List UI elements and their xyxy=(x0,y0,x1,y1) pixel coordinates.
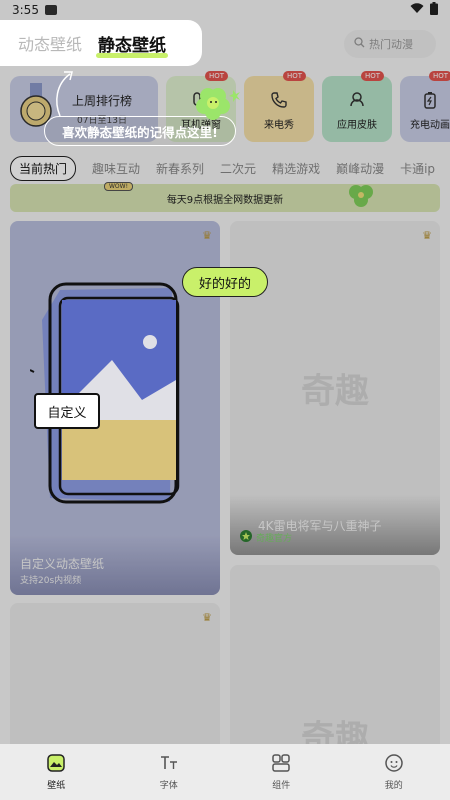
author-name: 奇趣官方 xyxy=(256,534,293,544)
wallpaper-title: 自定义动态壁纸 xyxy=(20,557,105,571)
charge-animation-label: 充电动画 xyxy=(410,119,450,131)
charge-animation-card[interactable]: HOT 充电动画 xyxy=(400,71,450,142)
status-bar: 3:55 xyxy=(0,0,450,20)
tab-static-wallpaper[interactable]: 静态壁纸 xyxy=(96,31,169,58)
skin-icon xyxy=(345,88,369,112)
hot-badge: HOT xyxy=(282,71,306,81)
category-tab[interactable]: 精选游戏 xyxy=(272,160,320,177)
tab-dynamic-wallpaper[interactable]: 动态壁纸 xyxy=(18,31,82,55)
wallpaper-icon xyxy=(46,753,66,776)
tutorial-arrow-icon xyxy=(50,66,84,122)
hot-badge: HOT xyxy=(428,71,450,81)
wifi-icon xyxy=(410,3,424,17)
bottom-navigation: 壁纸 字体 组件 我的 xyxy=(0,744,450,800)
font-icon xyxy=(159,753,179,776)
watermark-logo: 奇趣 xyxy=(301,371,369,412)
status-time: 3:55 xyxy=(12,3,39,17)
category-tab[interactable]: 巅峰动漫 xyxy=(336,160,384,177)
banner-text: 每天9点根据全网数据更新 xyxy=(166,194,284,206)
nav-wallpaper-label: 壁纸 xyxy=(47,781,66,791)
search-placeholder: 热门动漫 xyxy=(369,38,413,51)
nav-font[interactable]: 字体 xyxy=(113,744,226,800)
notification-icon xyxy=(44,5,57,15)
search-box[interactable]: 热门动漫 xyxy=(344,30,436,58)
phone-icon xyxy=(267,88,291,112)
flower-sticker-icon xyxy=(190,84,250,128)
header: 动态壁纸 静态壁纸 热门动漫 xyxy=(0,20,450,68)
custom-label-tag: 自定义 xyxy=(34,393,100,429)
author-info: 奇趣官方 xyxy=(240,530,292,545)
category-tab[interactable]: 二次元 xyxy=(220,160,256,177)
hot-badge: HOT xyxy=(204,71,228,81)
crown-icon: ♛ xyxy=(202,611,212,624)
ringtone-show-label: 来电秀 xyxy=(264,119,294,131)
wallpaper-subtitle: 支持20s内视频 xyxy=(20,576,82,586)
nav-me-label: 我的 xyxy=(384,781,403,791)
category-tabs: 当前热门 趣味互动 新春系列 二次元 精选游戏 巅峰动漫 卡通ip xyxy=(10,155,450,181)
category-tab[interactable]: 当前热门 xyxy=(10,155,77,181)
clover-icon xyxy=(344,182,378,215)
nav-wallpaper[interactable]: 壁纸 xyxy=(0,744,113,800)
app-skin-card[interactable]: HOT 应用皮肤 xyxy=(322,71,392,142)
category-tab[interactable]: 新春系列 xyxy=(156,160,204,177)
search-icon xyxy=(354,37,365,51)
wallpaper-type-tabs: 动态壁纸 静态壁纸 xyxy=(0,20,202,66)
crown-icon: ♛ xyxy=(202,229,212,242)
nav-widget[interactable]: 组件 xyxy=(225,744,338,800)
nav-me[interactable]: 我的 xyxy=(338,744,450,800)
nav-widget-label: 组件 xyxy=(272,781,291,791)
wallpaper-card[interactable]: 奇趣 xyxy=(230,565,440,765)
crown-icon: ♛ xyxy=(422,229,432,242)
category-tab[interactable]: 趣味互动 xyxy=(92,160,140,177)
hot-badge: HOT xyxy=(360,71,384,81)
tip-bubble: 好的好的 xyxy=(182,267,268,297)
profile-icon xyxy=(384,753,404,776)
update-banner[interactable]: WOW! 每天9点根据全网数据更新 xyxy=(10,182,440,215)
nav-font-label: 字体 xyxy=(159,781,178,791)
app-skin-label: 应用皮肤 xyxy=(337,119,377,131)
wallpaper-card[interactable]: ♛ xyxy=(10,603,220,763)
battery-charge-icon xyxy=(418,88,442,112)
author-avatar-icon xyxy=(240,530,252,545)
widget-icon xyxy=(271,753,291,776)
category-tab[interactable]: 卡通ip xyxy=(400,160,435,177)
wow-badge: WOW! xyxy=(104,182,133,191)
battery-icon xyxy=(430,2,438,18)
ringtone-show-card[interactable]: HOT 来电秀 xyxy=(244,71,314,142)
